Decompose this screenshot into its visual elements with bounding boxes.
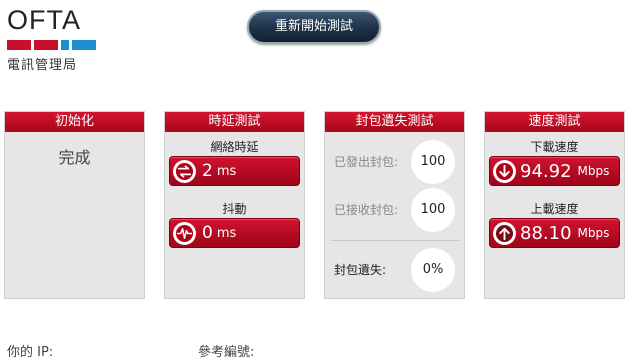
- jitter-unit: ms: [216, 225, 237, 241]
- packets-sent-value: 100: [411, 140, 455, 184]
- upload-speed-label: 上載速度: [530, 202, 579, 216]
- restart-test-button[interactable]: 重新開始測試: [247, 10, 381, 44]
- jitter-value: 0: [202, 223, 213, 243]
- ip-label: 你的 IP:: [7, 345, 54, 360]
- speed-panel: 速度測試 下載速度 94.92 Mbps 上載速度 88.10 Mbps: [484, 111, 625, 299]
- speed-panel-title: 速度測試: [485, 112, 624, 132]
- init-status: 完成: [58, 148, 91, 167]
- network-latency-unit: ms: [216, 163, 237, 179]
- packet-loss-row: 封包遺失: 0%: [325, 248, 464, 292]
- download-speed-display: 94.92 Mbps: [489, 156, 620, 186]
- upload-arrow-icon: [493, 221, 516, 245]
- logo-bars: [7, 40, 97, 50]
- packets-received-value: 100: [411, 188, 455, 232]
- upload-speed-display: 88.10 Mbps: [489, 218, 620, 248]
- init-panel-title: 初始化: [5, 112, 144, 132]
- download-speed-label: 下載速度: [530, 140, 579, 154]
- upload-speed-unit: Mbps: [577, 226, 610, 240]
- logo-subtitle: 電訊管理局: [7, 58, 78, 73]
- packet-loss-divider: [331, 240, 459, 241]
- packet-loss-value: 0%: [411, 248, 455, 292]
- init-panel: 初始化 完成: [4, 111, 145, 299]
- packet-loss-panel: 封包遺失測試 已發出封包: 100 已接收封包: 100 封包遺失: 0%: [324, 111, 465, 299]
- packet-loss-panel-title: 封包遺失測試: [325, 112, 464, 132]
- upload-speed-value: 88.10: [520, 222, 572, 244]
- latency-panel: 時延測試 網絡時延 2 ms 抖動 0 ms: [164, 111, 305, 299]
- jitter-label: 抖動: [222, 202, 247, 216]
- packets-received-row: 已接收封包: 100: [325, 188, 464, 232]
- network-latency-label: 網絡時延: [210, 140, 259, 154]
- packets-received-label: 已接收封包:: [334, 203, 399, 217]
- download-speed-unit: Mbps: [577, 164, 610, 178]
- latency-arrows-icon: [173, 159, 196, 183]
- packets-sent-label: 已發出封包:: [334, 155, 399, 169]
- jitter-pulse-icon: [173, 221, 196, 245]
- logo-text: OFTA: [7, 5, 81, 35]
- reference-number-label: 參考編號:: [198, 345, 255, 360]
- network-latency-display: 2 ms: [169, 156, 300, 186]
- jitter-display: 0 ms: [169, 218, 300, 248]
- latency-panel-title: 時延測試: [165, 112, 304, 132]
- packet-loss-label: 封包遺失:: [334, 263, 387, 277]
- ofta-logo: OFTA 電訊管理局: [7, 6, 97, 73]
- download-arrow-icon: [493, 159, 516, 183]
- packets-sent-row: 已發出封包: 100: [325, 140, 464, 184]
- download-speed-value: 94.92: [520, 160, 572, 182]
- network-latency-value: 2: [202, 161, 213, 181]
